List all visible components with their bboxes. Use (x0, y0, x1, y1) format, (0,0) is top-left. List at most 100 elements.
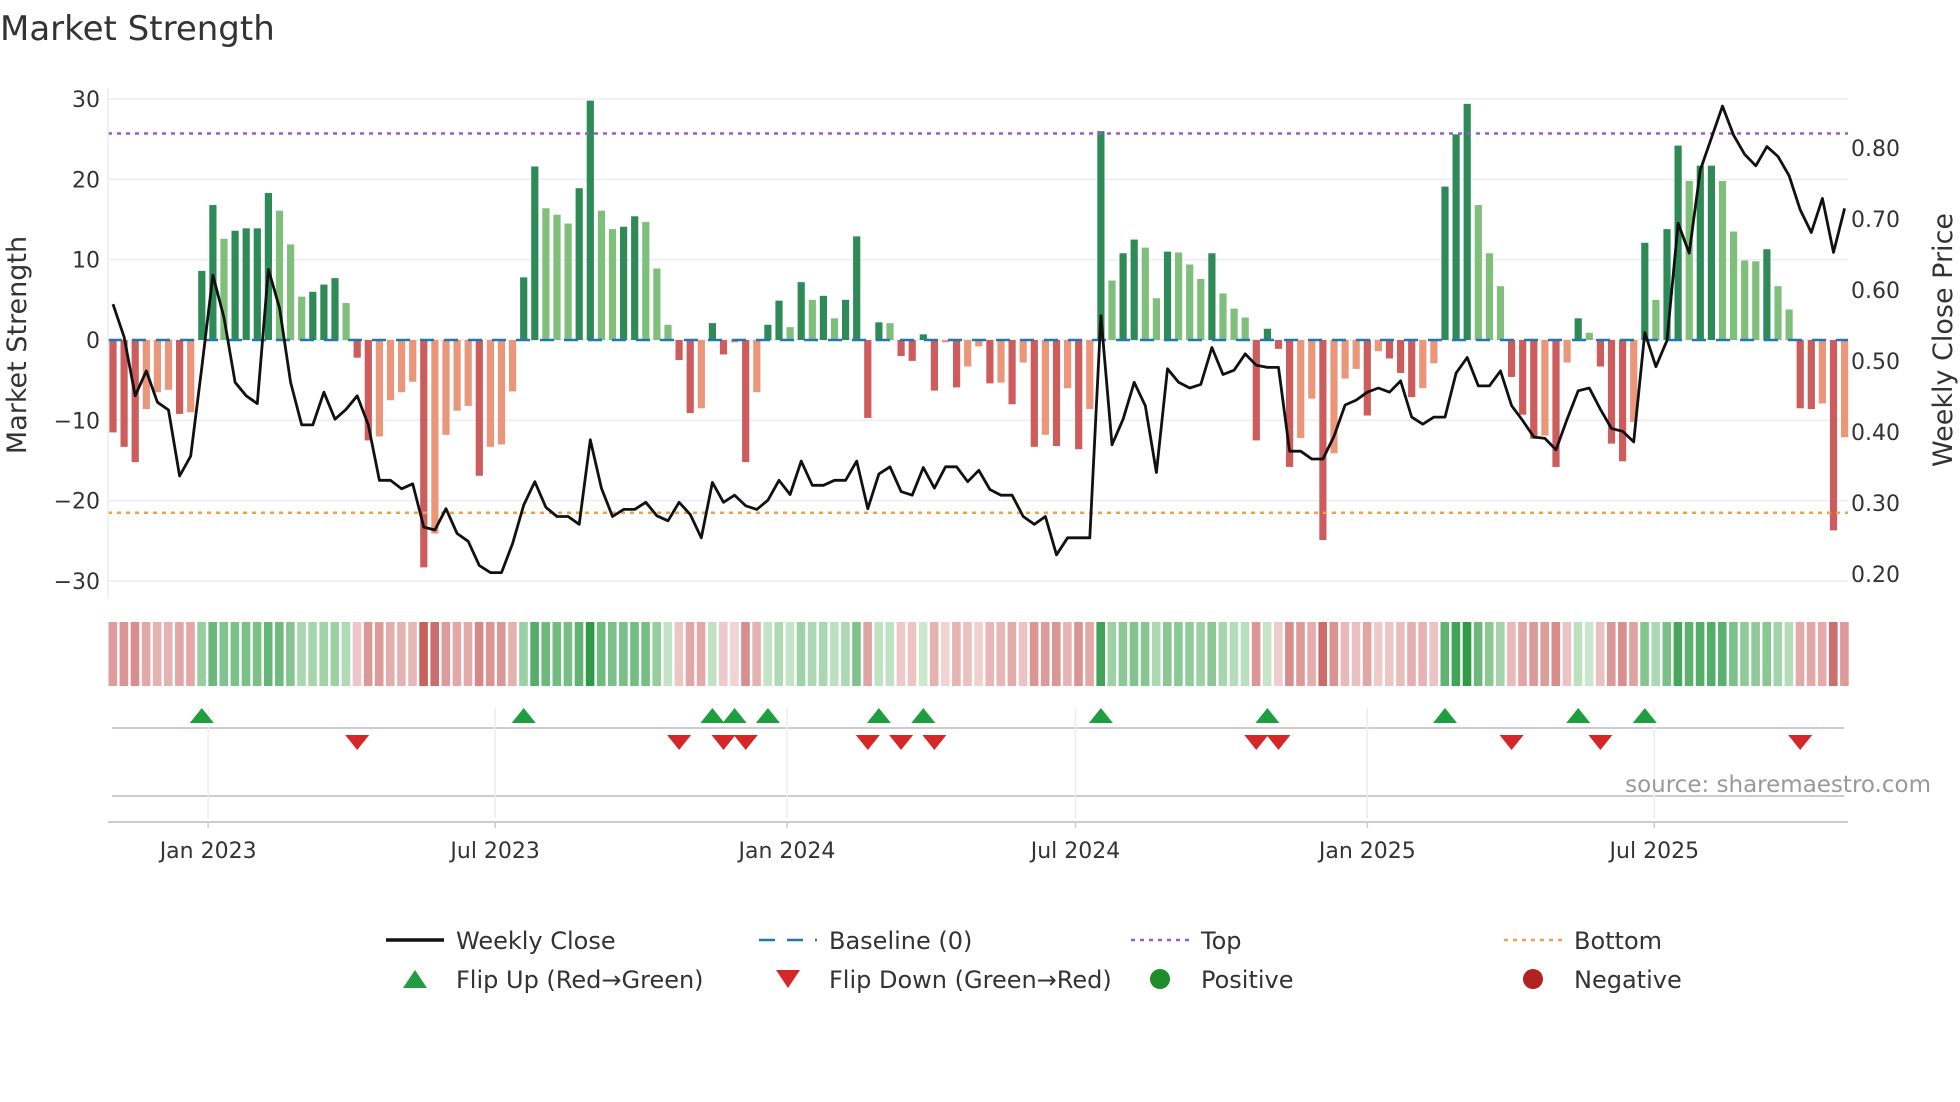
strength-bar (1807, 340, 1815, 410)
x-tick-label: Jan 2025 (1317, 839, 1416, 864)
reference-lines (108, 132, 1848, 514)
strip-cell (330, 622, 340, 686)
strip-cell (852, 622, 861, 686)
flip-down-marker (1244, 735, 1269, 750)
strength-bar (298, 296, 306, 340)
strength-bar (1652, 299, 1660, 340)
strip-cell (1551, 622, 1561, 686)
strength-bar (1108, 280, 1116, 340)
strength-bar (1774, 286, 1782, 340)
strip-cell (1618, 622, 1627, 686)
strength-bar (1297, 340, 1305, 439)
strip-cell (1540, 622, 1549, 686)
strength-bar (309, 291, 317, 340)
strength-bar (1008, 340, 1016, 405)
strip-cell (1662, 622, 1672, 686)
strip-cell (1529, 622, 1538, 686)
strength-bar (1741, 260, 1749, 340)
strength-bar (520, 277, 528, 340)
strip-cell (1362, 622, 1372, 686)
strip-cell (152, 622, 162, 686)
strength-bar (475, 340, 483, 476)
strip-cell (963, 622, 972, 686)
strip-cell (630, 622, 639, 686)
strength-bar (1041, 340, 1049, 435)
strength-bar (486, 340, 494, 447)
y-tick-label: −20 (54, 490, 100, 515)
strip-cell (763, 622, 772, 686)
strip-cell (1718, 622, 1727, 686)
strip-cell (652, 622, 661, 686)
strength-bar (808, 299, 816, 340)
flip-down-marker (922, 735, 947, 750)
strip-cell (286, 622, 295, 686)
flip-up-marker (1632, 708, 1657, 723)
strength-bar (1175, 252, 1183, 340)
strip-cell (608, 622, 617, 686)
strength-bar (287, 244, 295, 340)
strength-bar (1452, 134, 1460, 340)
flip-down-marker (345, 735, 370, 750)
strength-bar (1763, 249, 1771, 340)
strength-bar (1818, 340, 1826, 404)
strength-bar (1829, 340, 1838, 531)
strength-bar (1230, 308, 1238, 340)
flip-down-marker (1499, 735, 1524, 750)
strength-bar (420, 340, 428, 568)
strength-bar (375, 340, 383, 437)
strength-bar (1796, 340, 1804, 409)
strip-cell (186, 622, 195, 686)
strip-cell (1429, 622, 1438, 686)
strip-cell (1274, 622, 1283, 686)
strip-cell (929, 622, 939, 686)
strip-cell (1185, 622, 1194, 686)
strength-bar (131, 340, 139, 463)
strength-bar (1397, 340, 1405, 373)
strip-cell (197, 622, 206, 686)
strip-cell (1829, 622, 1838, 686)
chart-title: Market Strength (0, 9, 275, 49)
strip-cell (119, 622, 129, 686)
strip-cell (1507, 622, 1516, 686)
strip-cell (1562, 622, 1572, 686)
circle-icon (1150, 969, 1170, 989)
strip-cell (1251, 622, 1261, 686)
strength-bar (1352, 340, 1360, 369)
flip-up-marker (511, 708, 536, 723)
y2-tick-label: 0.30 (1851, 492, 1900, 517)
strength-bar (176, 340, 184, 414)
strip-cell (1163, 622, 1172, 686)
strip-cell (1207, 622, 1216, 686)
strip-cell (1607, 622, 1616, 686)
strip-cell (1440, 622, 1450, 686)
x-tick-label: Jan 2024 (736, 839, 835, 864)
strip-cell (1706, 622, 1716, 686)
strip-cell (263, 622, 273, 686)
strength-bar (1208, 253, 1216, 340)
strength-bar (708, 323, 716, 340)
strip-cell (1695, 622, 1705, 686)
strip-cell (363, 622, 373, 686)
strength-bar (331, 278, 339, 340)
strip-cell (485, 622, 495, 686)
strength-bar (608, 229, 617, 340)
strip-cell (741, 622, 750, 686)
strength-bar (1519, 340, 1527, 415)
strip-cell (474, 622, 484, 686)
strip-cell (408, 622, 417, 686)
strength-bar (1374, 340, 1382, 352)
strength-bar (1530, 340, 1538, 439)
strength-bar (719, 340, 728, 355)
strength-bar (242, 228, 250, 340)
strip-cell (463, 622, 473, 686)
strip-cell (275, 622, 284, 686)
strip-cell (1784, 622, 1794, 686)
strip-cell (1007, 622, 1017, 686)
strip-cell (1817, 622, 1827, 686)
strip-cell (1473, 622, 1483, 686)
strip-cell (1063, 622, 1072, 686)
strength-bar (153, 340, 161, 393)
strip-cell (1573, 622, 1583, 686)
strip-cell (596, 622, 606, 686)
strip-cell (1329, 622, 1339, 686)
